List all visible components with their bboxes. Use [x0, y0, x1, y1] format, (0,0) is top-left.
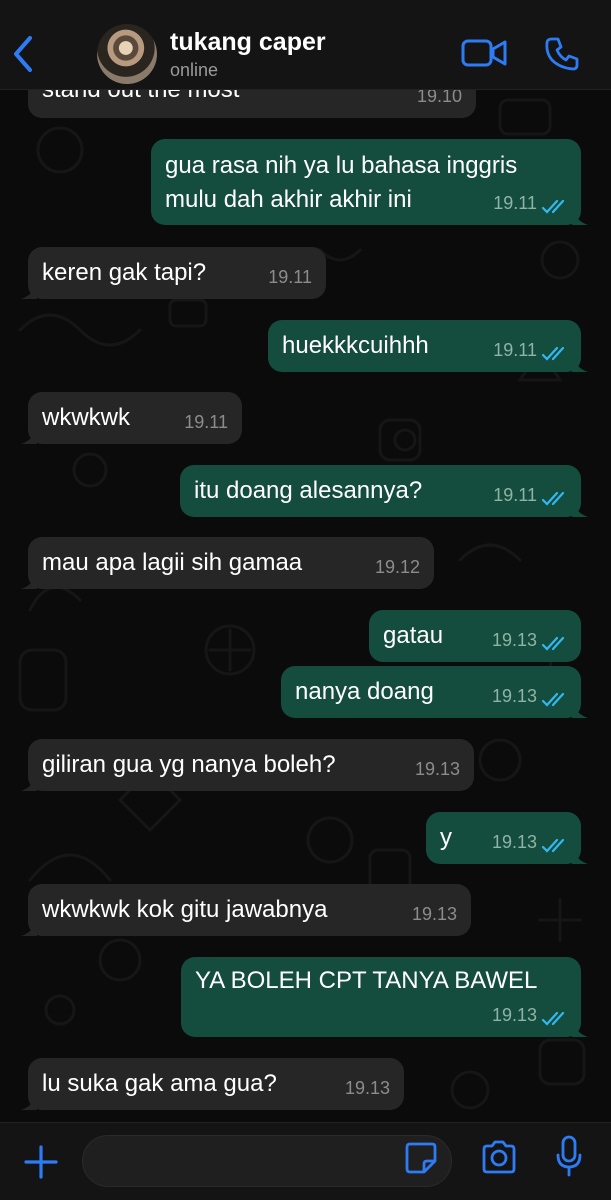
message-text: YA BOLEH CPT TANYA BAWEL	[195, 967, 538, 994]
message-time: 19.11	[268, 267, 312, 287]
bubble-tail	[572, 1021, 588, 1037]
plus-icon[interactable]	[22, 1143, 60, 1181]
message-time: 19.13	[414, 759, 460, 779]
sticker-icon[interactable]	[404, 1141, 438, 1175]
message-text: nanya doang	[295, 678, 434, 705]
message-time: 19.11	[493, 340, 537, 360]
message-incoming[interactable]: mau apa lagii sih gamaa 19.12	[21, 537, 434, 589]
message-text: giliran gua yg nanya boleh?	[42, 751, 336, 778]
message-time: 19.11	[184, 412, 228, 432]
message-text: gatau	[383, 622, 444, 649]
message-incoming[interactable]: wkwkwk 19.11	[21, 392, 242, 444]
message-composer	[0, 1122, 611, 1200]
message-incoming[interactable]: giliran gua yg nanya boleh? 19.13	[21, 739, 474, 791]
message-time: 19.12	[374, 557, 420, 577]
message-text: mau apa lagii sih gamaa	[42, 549, 303, 576]
bubble-tail	[21, 775, 37, 791]
message-outgoing[interactable]: itu doang alesannya? 19.11	[180, 465, 588, 517]
read-receipt-icon	[541, 491, 565, 506]
message-outgoing[interactable]: nanya doang 19.13	[281, 666, 588, 718]
message-time: 19.13	[491, 1005, 537, 1025]
phone-icon[interactable]	[544, 36, 580, 72]
message-time: 19.13	[491, 686, 537, 706]
message-incoming[interactable]: lu suka gak ama gua? 19.13	[21, 1058, 404, 1110]
video-camera-icon[interactable]	[461, 37, 507, 69]
message-text: itu doang alesannya?	[194, 477, 423, 504]
message-outgoing[interactable]: y 19.13	[426, 812, 588, 864]
bubble-tail	[21, 428, 37, 444]
message-time: 19.11	[493, 485, 537, 505]
contact-name[interactable]: tukang caper	[170, 28, 326, 57]
bubble-tail	[572, 848, 588, 864]
microphone-icon[interactable]	[556, 1135, 582, 1177]
contact-status: online	[170, 60, 219, 80]
message-text: huekkkcuihhh	[282, 332, 429, 359]
message-incoming[interactable]: keren gak tapi? 19.11	[21, 247, 326, 299]
message-time: 19.13	[491, 832, 537, 852]
read-receipt-icon	[541, 1011, 565, 1026]
bubble-tail	[21, 920, 37, 936]
message-outgoing[interactable]: gua rasa nih ya lu bahasa inggris mulu d…	[151, 139, 588, 225]
message-text: lu suka gak ama gua?	[42, 1070, 277, 1097]
bubble-tail	[21, 573, 37, 589]
avatar[interactable]	[97, 24, 157, 84]
camera-icon[interactable]	[480, 1139, 518, 1175]
bubble-tail	[572, 356, 588, 372]
read-receipt-icon	[541, 692, 565, 707]
message-time: 19.13	[411, 904, 457, 924]
read-receipt-icon	[541, 838, 565, 853]
message-text: keren gak tapi?	[42, 259, 207, 286]
message-text: wkwkwk kok gitu jawabnya	[42, 896, 328, 923]
chat-header: tukang caper online	[0, 0, 611, 90]
bubble-tail	[21, 283, 37, 299]
bubble-tail	[572, 501, 588, 517]
read-receipt-icon	[541, 199, 565, 214]
message-input[interactable]	[82, 1135, 452, 1187]
bubble-tail	[572, 702, 588, 718]
message-time: 19.11	[493, 193, 537, 213]
message-outgoing[interactable]: YA BOLEH CPT TANYA BAWEL 19.13	[181, 957, 588, 1037]
message-incoming[interactable]: wkwkwk kok gitu jawabnya 19.13	[21, 884, 471, 936]
message-outgoing[interactable]: gatau 19.13	[369, 610, 581, 662]
read-receipt-icon	[541, 636, 565, 651]
chevron-left-icon[interactable]	[10, 34, 40, 74]
bubble-tail	[572, 209, 588, 225]
bubble-tail	[21, 1094, 37, 1110]
message-time: 19.13	[491, 630, 537, 650]
message-outgoing[interactable]: huekkkcuihhh 19.11	[268, 320, 588, 372]
message-time: 19.13	[344, 1078, 390, 1098]
message-text: wkwkwk	[42, 404, 130, 431]
message-text: y	[440, 824, 452, 851]
read-receipt-icon	[541, 346, 565, 361]
